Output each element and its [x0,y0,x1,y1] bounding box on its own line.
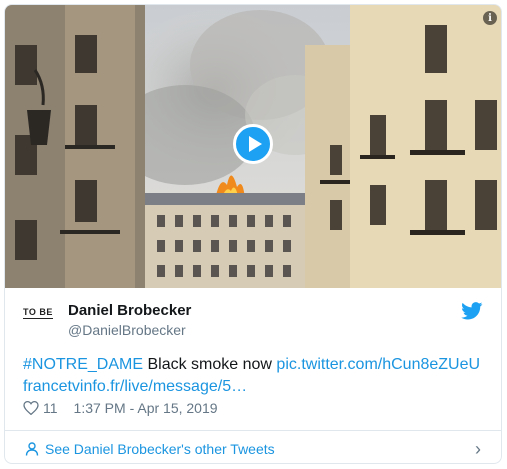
avatar-text: TO BE [23,307,53,319]
author-handle[interactable]: @DanielBrobecker [68,322,186,338]
tweet-header: TO BE Daniel Brobecker @DanielBrobecker [5,288,501,346]
play-icon[interactable] [233,124,273,164]
pic-link[interactable]: pic.twitter.com/hCun8eZUeU [276,356,480,373]
tweet-footer[interactable]: See Daniel Brobecker's other Tweets › [5,430,501,463]
tweet-timestamp[interactable]: 1:37 PM - Apr 15, 2019 [74,400,218,416]
tweet-text: #NOTRE_DAME Black smoke now pic.twitter.… [23,354,493,398]
tweet-body-text: Black smoke now [143,356,277,373]
info-icon[interactable]: i [483,11,497,25]
avatar[interactable]: TO BE [23,307,63,333]
like-count[interactable]: 11 [43,400,58,416]
hashtag-link[interactable]: #NOTRE_DAME [23,356,143,373]
tweet-meta: 11 1:37 PM - Apr 15, 2019 [23,400,218,416]
tweet-video-thumbnail[interactable]: i [5,5,501,288]
author-name[interactable]: Daniel Brobecker [68,302,191,319]
heart-icon[interactable] [23,401,39,415]
twitter-bird-icon[interactable] [461,302,483,320]
see-other-tweets-link[interactable]: See Daniel Brobecker's other Tweets [45,441,275,457]
person-icon [25,442,39,456]
external-link[interactable]: francetvinfo.fr/live/message/5… [23,378,247,395]
chevron-right-icon[interactable]: › [475,439,481,460]
embedded-tweet-card: i TO BE Daniel Brobecker @DanielBrobecke… [4,4,502,464]
